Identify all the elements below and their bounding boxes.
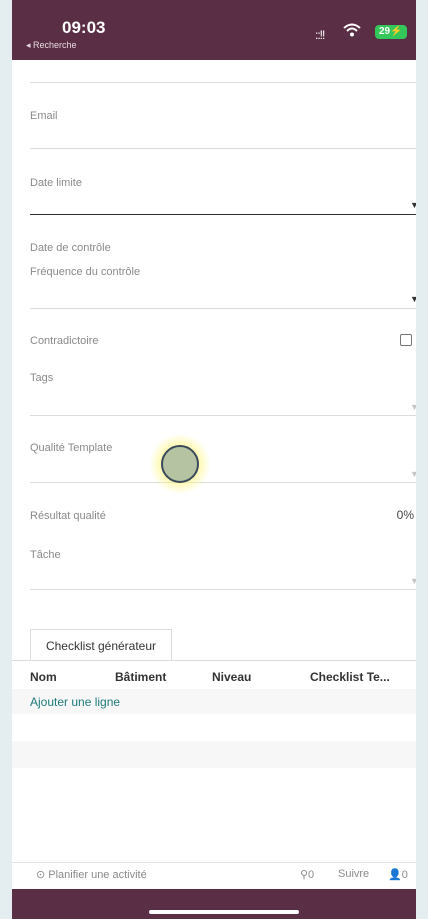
battery-indicator: 29⚡ xyxy=(375,25,407,39)
date-controle-label: Date de contrôle xyxy=(30,242,111,254)
signal-icon: ::!! xyxy=(315,28,325,42)
contradictoire-checkbox[interactable] xyxy=(400,334,412,346)
frequence-field[interactable] xyxy=(30,308,416,309)
email-field[interactable] xyxy=(30,148,416,149)
back-to-search-link[interactable]: ◂ Recherche xyxy=(26,40,77,51)
touch-indicator xyxy=(150,434,210,494)
wifi-icon xyxy=(343,23,361,37)
frequence-label: Fréquence du contrôle xyxy=(30,266,141,278)
qualite-template-label: Qualité Template xyxy=(30,442,113,454)
tags-field[interactable] xyxy=(30,415,416,416)
date-limite-dropdown-icon[interactable]: ▼ xyxy=(410,200,416,210)
add-line-link[interactable]: Ajouter une ligne xyxy=(30,695,120,709)
tache-dropdown-icon[interactable]: ▼ xyxy=(410,576,416,586)
resultat-value: 0% xyxy=(396,508,414,522)
attachments-count[interactable]: ⚲0 xyxy=(300,868,314,881)
follow-button[interactable]: Suivre xyxy=(338,868,369,880)
table-row xyxy=(12,741,416,768)
tags-label: Tags xyxy=(30,372,54,384)
touch-dot xyxy=(161,445,199,483)
column-header-batiment[interactable]: Bâtiment xyxy=(115,670,166,684)
footer-divider xyxy=(12,862,416,863)
tache-field[interactable] xyxy=(30,589,416,590)
column-header-checklist-template[interactable]: Checklist Te... xyxy=(310,670,390,684)
column-header-niveau[interactable]: Niveau xyxy=(212,670,251,684)
tache-label: Tâche xyxy=(30,549,61,561)
status-bar: 09:03 ◂ Recherche ::!! 29⚡ xyxy=(12,0,416,60)
frequence-dropdown-icon[interactable]: ▼ xyxy=(410,294,416,304)
home-indicator[interactable] xyxy=(149,910,299,914)
followers-count[interactable]: 👤0 xyxy=(388,868,408,881)
tab-divider xyxy=(12,660,416,661)
phone-screen: 09:03 ◂ Recherche ::!! 29⚡ Email Date li… xyxy=(12,0,416,919)
qualite-template-dropdown-icon[interactable]: ▼ xyxy=(410,469,416,479)
date-limite-field[interactable] xyxy=(30,214,416,215)
email-label: Email xyxy=(30,110,58,122)
tags-dropdown-icon[interactable]: ▼ xyxy=(410,402,416,412)
home-indicator-bar xyxy=(12,889,416,919)
plan-activity-button[interactable]: ⊙ Planifier une activité xyxy=(36,868,147,881)
column-header-nom[interactable]: Nom xyxy=(30,670,57,684)
contradictoire-label: Contradictoire xyxy=(30,335,99,347)
status-time: 09:03 xyxy=(62,18,106,37)
date-limite-label: Date limite xyxy=(30,177,82,189)
tab-checklist-generateur[interactable]: Checklist générateur xyxy=(30,629,172,661)
field-underline xyxy=(30,82,416,83)
resultat-label: Résultat qualité xyxy=(30,510,106,522)
qualite-template-field[interactable] xyxy=(30,482,416,483)
